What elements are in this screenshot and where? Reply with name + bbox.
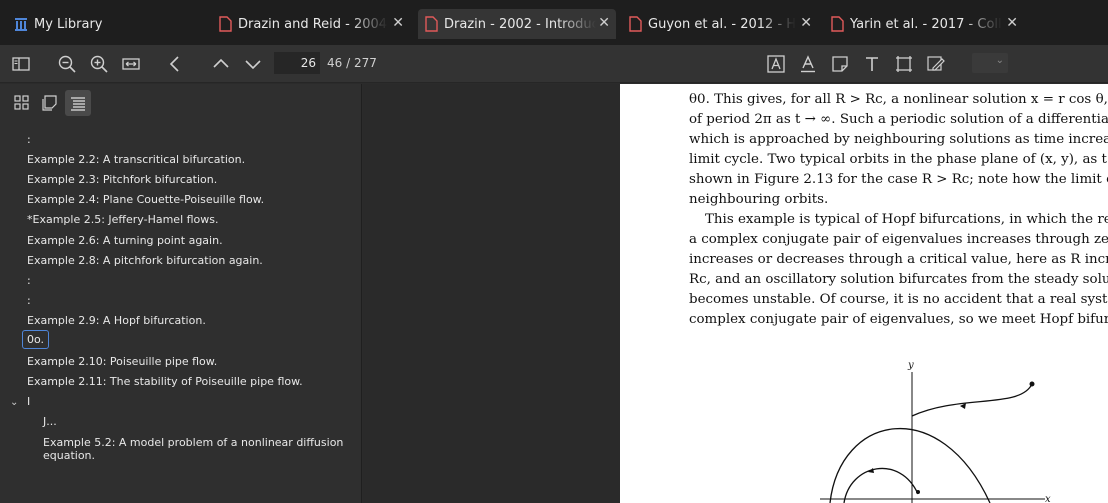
text-line: Rc, and an oscillatory solution bifurcat… [689,272,1108,287]
tab-label: My Library [34,16,103,32]
image-area-icon [896,56,912,72]
outline-item[interactable]: Example 2.10: Poiseuille pipe flow. [27,355,217,368]
text-line: increases or decreases through a critica… [689,252,1108,267]
outline-item[interactable]: Example 2.8: A pitchfork bifurcation aga… [27,254,263,267]
text-line: becomes unstable. Of course, it is no ac… [689,292,1108,307]
text-annotation-button[interactable] [765,53,787,75]
tab-document[interactable]: Drazin and Reid - 2004 - I ✕ [218,9,410,39]
text-box-icon [767,55,785,73]
chevron-down-icon [245,60,261,70]
outline-item[interactable]: Example 2.9: A Hopf bifurcation. [27,314,206,327]
outline-item[interactable]: I [27,395,30,408]
tab-label: Drazin and Reid - 2004 - I [238,16,388,32]
page-count: 46 / 277 [327,56,377,70]
outline-item[interactable]: Example 2.3: Pitchfork bifurcation. [27,173,217,186]
underline-icon [801,55,815,73]
zoom-in-button[interactable] [88,53,110,75]
tab-document[interactable]: Yarin et al. - 2017 - Collisi ✕ [830,9,1024,39]
library-icon [15,18,27,31]
tab-label: Yarin et al. - 2017 - Collisi [850,16,1002,32]
pdf-page[interactable]: θ0. This gives, for all R > Rc, a nonlin… [620,84,1108,503]
outline-item[interactable]: Example 2.11: The stability of Poiseuill… [27,375,303,388]
underline-button[interactable] [797,53,819,75]
close-icon[interactable]: ✕ [392,15,404,31]
text-icon [866,57,878,71]
text-line: This example is typical of Hopf bifurcat… [705,212,1108,227]
annotations-icon [42,95,57,111]
note-icon [832,56,848,72]
phase-plane-figure: y x [820,360,1051,503]
toggle-sidebar-button[interactable] [10,53,32,75]
text-line: which is approached by neighbouring solu… [689,132,1108,147]
outline-icon [71,97,85,111]
figure-axis-y-label: y [907,360,914,371]
pdf-icon [425,16,438,32]
outline-item[interactable]: *Example 2.5: Jeffery-Hamel flows. [27,213,219,226]
fit-width-icon [122,58,140,70]
thumbnails-icon [14,95,29,110]
thumbnails-tab[interactable] [9,90,35,116]
zoom-out-button[interactable] [56,53,78,75]
outline-item[interactable]: equation. [43,449,95,462]
back-button[interactable] [164,53,186,75]
outline-item[interactable]: : [27,133,31,146]
text-line: θ0. This gives, for all R > Rc, a nonlin… [689,92,1108,107]
annotations-tab[interactable] [37,90,63,116]
toolbar [0,45,1108,83]
chevron-left-icon [169,56,179,72]
text-button[interactable] [861,53,883,75]
zoom-in-icon [90,55,108,73]
pdf-icon [629,16,642,32]
draw-button[interactable] [925,53,947,75]
sidebar-icon [12,57,30,71]
previous-page-button[interactable] [210,53,232,75]
tab-my-library[interactable]: My Library [14,9,184,39]
chevron-down-icon: ⌄ [995,55,1004,66]
outline-item[interactable]: Example 2.4: Plane Couette-Poiseuille fl… [27,193,264,206]
tab-label: Drazin - 2002 - Introductio [444,16,596,32]
zoom-out-icon [58,55,76,73]
text-line: shown in Figure 2.13 for the case R > Rc… [689,172,1108,187]
chevron-up-icon [213,58,229,68]
figure-axis-x-label: x [1045,494,1051,503]
outline-item[interactable]: : [27,274,31,287]
tab-document[interactable]: Guyon et al. - 2012 - Hydr ✕ [628,9,818,39]
page-number-input[interactable] [274,52,320,74]
next-page-button[interactable] [242,53,264,75]
pen-icon [927,56,945,71]
outline-tab[interactable] [65,90,91,116]
text-line: neighbouring orbits. [689,192,829,207]
text-line: of period 2π as t → ∞. Such a periodic s… [689,112,1108,127]
outline-item[interactable]: Example 5.2: A model problem of a nonlin… [43,436,343,449]
outline-item-selected[interactable]: 0o. [22,330,50,349]
tab-label: Guyon et al. - 2012 - Hydr [648,16,796,32]
document-view[interactable]: θ0. This gives, for all R > Rc, a nonlin… [363,84,1108,503]
pdf-icon [219,16,232,32]
tab-document-active[interactable]: Drazin - 2002 - Introductio ✕ [418,9,616,39]
pdf-icon [831,16,844,32]
area-select-button[interactable] [893,53,915,75]
close-icon[interactable]: ✕ [800,15,812,31]
tab-bar: My Library Drazin and Reid - 2004 - I ✕ … [0,0,1108,45]
note-button[interactable] [829,53,851,75]
fit-width-button[interactable] [120,53,142,75]
chevron-down-icon[interactable]: ⌄ [10,397,18,408]
outline-item[interactable]: : [27,294,31,307]
close-icon[interactable]: ✕ [1006,15,1018,31]
outline-item[interactable]: Example 2.6: A turning point again. [27,234,223,247]
text-line: a complex conjugate pair of eigenvalues … [689,232,1108,247]
color-dropdown[interactable]: ⌄ [972,53,1008,73]
outline-item[interactable]: J... [43,415,57,428]
outline-item[interactable]: Example 2.2: A transcritical bifurcation… [27,153,245,166]
close-icon[interactable]: ✕ [598,15,610,31]
text-line: limit cycle. Two typical orbits in the p… [689,152,1108,167]
text-line: complex conjugate pair of eigenvalues, s… [689,312,1108,327]
